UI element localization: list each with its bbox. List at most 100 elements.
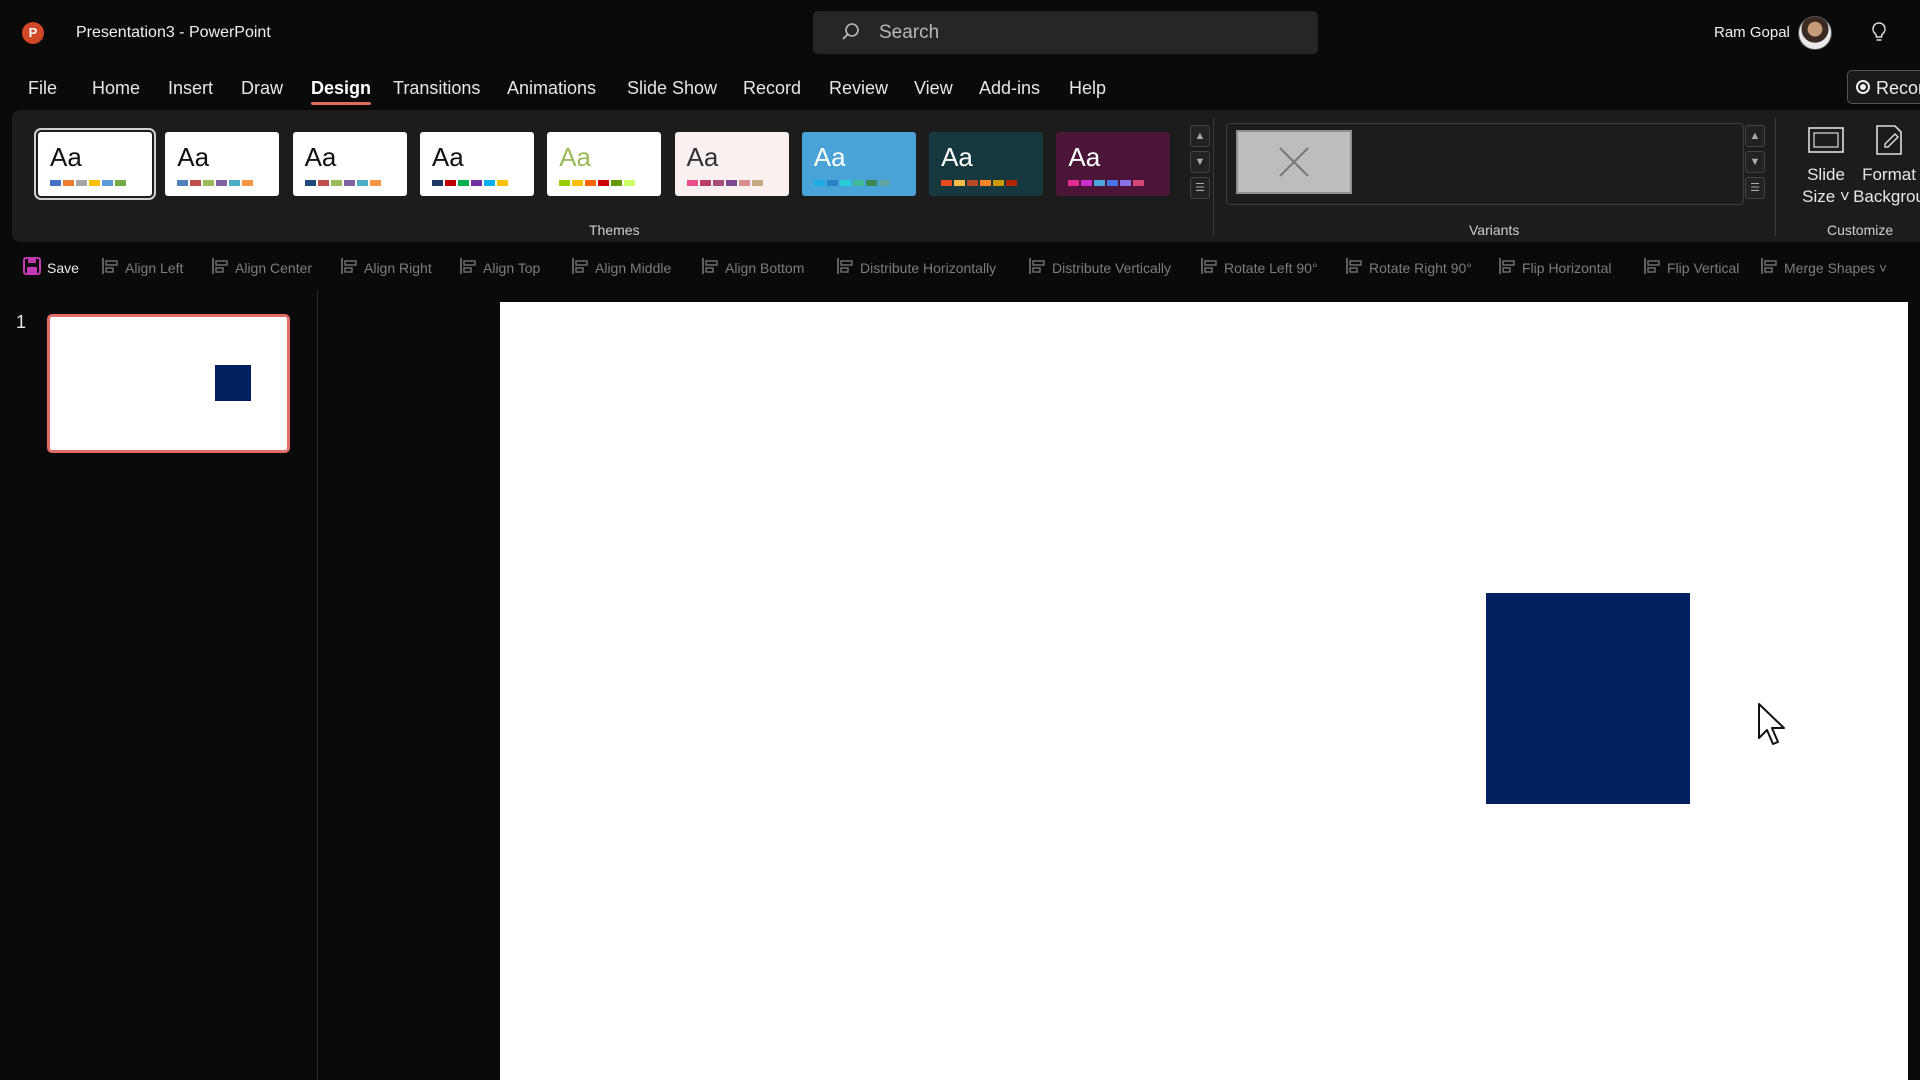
tab-record[interactable]: Record [743, 78, 801, 99]
group-divider [1213, 118, 1214, 236]
align-right-button[interactable]: Align Right [339, 256, 432, 279]
save-button[interactable]: Save [22, 256, 79, 279]
square-shape[interactable] [1486, 593, 1690, 804]
distribute-horizontally-icon [835, 256, 855, 279]
slide-size-icon [1808, 127, 1844, 153]
customize-group-label: Customize [1827, 222, 1894, 238]
tab-file[interactable]: File [28, 78, 57, 99]
color-swatch [496, 180, 508, 186]
tab-animations[interactable]: Animations [507, 78, 596, 99]
color-swatch [1133, 180, 1145, 186]
color-swatch [1120, 180, 1132, 186]
theme-color-swatches [941, 180, 1018, 186]
merge-shapes-button[interactable]: Merge Shapes ˅ [1759, 256, 1887, 279]
tab-review[interactable]: Review [829, 78, 888, 99]
theme-color-swatches [1068, 180, 1145, 186]
color-swatch [63, 180, 74, 186]
theme-sample-text: Aa [559, 142, 591, 172]
tab-insert[interactable]: Insert [168, 78, 213, 99]
color-swatch [572, 180, 584, 186]
align-left-button[interactable]: Align Left [100, 256, 183, 279]
color-swatch [242, 180, 254, 186]
color-swatch [50, 180, 61, 186]
gallery-scroll-down-icon[interactable]: ▼ [1190, 151, 1210, 173]
align-middle-button[interactable]: Align Middle [570, 256, 671, 279]
flip-horizontal-button[interactable]: Flip Horizontal [1497, 256, 1611, 279]
group-divider [1775, 118, 1776, 236]
color-swatch [699, 180, 711, 186]
theme-thumbnail[interactable]: Aa [292, 132, 407, 196]
gallery-more-icon[interactable]: ☰ [1190, 177, 1210, 199]
tab-home[interactable]: Home [92, 78, 140, 99]
color-swatch [559, 180, 571, 186]
tab-help[interactable]: Help [1069, 78, 1106, 99]
format-background-button[interactable]: Format Backgrou [1844, 122, 1920, 208]
lightbulb-icon[interactable] [1870, 21, 1888, 45]
theme-thumbnail[interactable]: Aa [419, 132, 534, 196]
ribbon-tabs: File Home Insert Draw Design Transitions Anima… [0, 72, 1920, 106]
tab-design[interactable]: Design [311, 78, 372, 105]
align-top-button[interactable]: Align Top [458, 256, 540, 279]
theme-thumbnail[interactable]: Aa [547, 132, 662, 196]
tab-add-ins[interactable]: Add-ins [979, 78, 1040, 99]
record-button[interactable]: Recor [1847, 70, 1920, 104]
slide-thumbnail[interactable] [47, 314, 290, 453]
user-name[interactable]: Ram Gopal [1714, 24, 1790, 41]
theme-thumbnail[interactable]: Aa [1056, 132, 1171, 196]
theme-color-swatches [686, 180, 763, 186]
align-center-button[interactable]: Align Center [210, 256, 312, 279]
rotate-right-90-label: Rotate Right 90° [1369, 259, 1472, 276]
tab-view[interactable]: View [914, 78, 953, 99]
color-swatch [343, 180, 355, 186]
themes-group-label: Themes [589, 222, 640, 238]
color-swatch [177, 180, 189, 186]
title-bar: P Presentation3 - PowerPoint Search Ram … [0, 0, 1920, 66]
variant-thumbnail[interactable] [1236, 130, 1352, 194]
color-swatch [229, 180, 241, 186]
color-swatch [954, 180, 966, 186]
variants-more-icon[interactable]: ☰ [1745, 177, 1765, 199]
rotate-left-90-button[interactable]: Rotate Left 90° [1199, 256, 1318, 279]
save-label: Save [47, 259, 79, 276]
color-swatch [941, 180, 953, 186]
tab-transitions[interactable]: Transitions [393, 78, 480, 99]
search-box[interactable]: Search [813, 11, 1318, 54]
variants-scroll-down-icon[interactable]: ▼ [1745, 151, 1765, 173]
distribute-horizontally-button[interactable]: Distribute Horizontally [835, 256, 996, 279]
color-swatch [967, 180, 979, 186]
flip-horizontal-icon [1497, 256, 1517, 279]
theme-color-swatches [431, 180, 508, 186]
theme-color-swatches [559, 180, 636, 186]
theme-sample-text: Aa [941, 142, 973, 172]
theme-thumbnail[interactable]: Aa [34, 128, 156, 200]
color-swatch [203, 180, 215, 186]
theme-thumbnail[interactable]: Aa [674, 132, 789, 196]
powerpoint-logo-icon: P [22, 22, 44, 44]
color-swatch [813, 180, 825, 186]
color-swatch [611, 180, 623, 186]
align-center-icon [210, 256, 230, 279]
flip-vertical-button[interactable]: Flip Vertical [1642, 256, 1739, 279]
color-swatch [878, 180, 890, 186]
theme-color-swatches [177, 180, 254, 186]
color-swatch [190, 180, 202, 186]
align-left-label: Align Left [125, 259, 184, 276]
distribute-vertically-button[interactable]: Distribute Vertically [1027, 256, 1171, 279]
variants-scroll-up-icon[interactable]: ▲ [1745, 125, 1765, 147]
document-title: Presentation3 - PowerPoint [76, 24, 271, 41]
theme-thumbnail[interactable]: Aa [165, 132, 280, 196]
ribbon: Aa Aa Aa Aa Aa Aa Aa Aa Aa ▲ ▼ ☰ Themes ▲ ▼ ☰ Va… [12, 110, 1920, 242]
theme-thumbnail[interactable]: Aa [929, 132, 1044, 196]
color-swatch [115, 180, 126, 186]
tab-slide-show[interactable]: Slide Show [627, 78, 717, 99]
align-bottom-button[interactable]: Align Bottom [700, 256, 804, 279]
tab-draw[interactable]: Draw [241, 78, 283, 99]
slide-canvas[interactable] [500, 302, 1908, 1080]
rotate-right-90-button[interactable]: Rotate Right 90° [1344, 256, 1472, 279]
color-swatch [102, 180, 113, 186]
gallery-scroll-up-icon[interactable]: ▲ [1190, 125, 1210, 147]
user-avatar[interactable] [1798, 16, 1832, 50]
distribute-horizontally-label: Distribute Horizontally [860, 259, 997, 276]
theme-thumbnail[interactable]: Aa [801, 132, 916, 196]
theme-color-swatches [304, 180, 381, 186]
